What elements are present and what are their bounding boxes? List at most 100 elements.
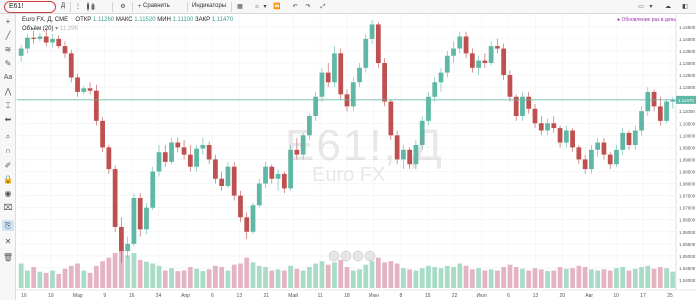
price-tick-label: 1.10500 xyxy=(679,121,696,126)
volume-bar xyxy=(632,268,638,288)
candle-body xyxy=(137,198,143,230)
candlestick xyxy=(350,77,356,112)
candlestick xyxy=(319,67,325,102)
volume-bar xyxy=(375,257,381,288)
candlestick xyxy=(657,96,663,126)
volume-bar xyxy=(37,271,43,288)
candle-body xyxy=(87,88,93,91)
volume-bar xyxy=(657,267,663,288)
volume-bar xyxy=(325,264,331,288)
volume-bar xyxy=(507,264,513,288)
candle-body xyxy=(56,38,62,47)
volume-bar xyxy=(419,268,425,288)
time-tick-label: Июн xyxy=(369,293,379,299)
candlestick xyxy=(137,193,143,237)
candle-body xyxy=(169,142,174,162)
replay-control-icon[interactable] xyxy=(340,250,352,262)
candle-body xyxy=(651,91,657,107)
candle-body xyxy=(93,90,99,121)
candle-body xyxy=(563,130,569,143)
candlestick xyxy=(551,116,557,133)
price-tick-label: 1.04500 xyxy=(679,266,696,271)
legend-title[interactable]: Euro FX, Д, CME xyxy=(22,17,68,23)
replay-control-icon[interactable] xyxy=(352,250,364,262)
replay-control-icon[interactable] xyxy=(364,250,376,262)
candlestick xyxy=(570,128,575,153)
candle-body xyxy=(369,24,375,39)
replay-control-icon[interactable] xyxy=(328,250,340,262)
candle-body xyxy=(131,198,137,244)
volume-bar xyxy=(639,267,644,288)
candle-body xyxy=(664,101,669,121)
volume-label[interactable]: Объём (20) xyxy=(22,26,53,32)
candle-body xyxy=(244,217,250,232)
volume-bar xyxy=(670,271,676,288)
candle-body xyxy=(18,48,24,56)
candlestick xyxy=(438,67,444,92)
volume-bar xyxy=(595,270,601,288)
volume-bar xyxy=(520,268,525,288)
candle-body xyxy=(125,243,131,252)
candle-body xyxy=(256,183,262,206)
candlestick xyxy=(432,77,438,102)
candlestick xyxy=(469,48,475,73)
candlestick xyxy=(313,91,319,121)
candle-body xyxy=(250,205,256,232)
candlestick xyxy=(162,144,168,167)
time-tick-label: 15 xyxy=(425,293,431,299)
volume-bar xyxy=(162,270,168,288)
price-tick-label: 1.07500 xyxy=(679,194,696,199)
candle-body xyxy=(263,166,268,184)
candlestick xyxy=(256,178,262,208)
volume-bar xyxy=(626,270,632,288)
candle-body xyxy=(213,159,218,179)
volume-bar xyxy=(137,260,143,288)
volume-bar xyxy=(488,269,494,288)
price-axis[interactable]: 1.14500 1.14000 1.13500 1.13000 1.12500 1.120… xyxy=(675,14,696,290)
time-axis[interactable]: 16 19 Мар 9 16 24 Апр 6 13 21 Май 11 18 Июн 8 15 22 Июл 6 1… xyxy=(16,289,696,299)
candle-body xyxy=(31,37,37,39)
candlestick xyxy=(62,41,68,59)
volume-menu-icon[interactable]: ▾ xyxy=(55,26,58,32)
price-tick-label: 1.10000 xyxy=(679,133,696,138)
volume-bar xyxy=(275,269,281,288)
candle-body xyxy=(119,226,124,252)
volume-bar xyxy=(532,268,538,288)
candlestick xyxy=(75,73,80,97)
low-label: МИН xyxy=(157,17,171,23)
candlestick xyxy=(275,169,281,191)
volume-bar xyxy=(68,265,74,288)
high-value: 1.11520 xyxy=(134,17,156,23)
candle-body xyxy=(357,67,362,83)
candle-body xyxy=(68,53,74,78)
candle-body xyxy=(482,60,488,63)
candlestick xyxy=(582,154,588,174)
candlestick xyxy=(281,171,287,194)
volume-bar xyxy=(526,270,532,288)
candle-body xyxy=(582,159,588,170)
volume-bar xyxy=(357,269,362,288)
candle-body xyxy=(25,37,30,49)
volume-bar xyxy=(501,267,507,288)
volume-bar xyxy=(43,272,49,288)
candlestick xyxy=(526,91,532,114)
candlestick xyxy=(68,49,74,83)
candle-body xyxy=(269,166,275,179)
candle-body xyxy=(545,123,550,131)
candlestick xyxy=(545,118,550,136)
candlestick xyxy=(664,99,669,124)
candlestick xyxy=(187,144,193,172)
volume-bar xyxy=(545,271,550,288)
time-tick-label: Авг xyxy=(585,293,593,299)
candle-body xyxy=(150,171,156,208)
candlestick xyxy=(589,144,594,174)
candle-body xyxy=(595,142,601,150)
volume-bar xyxy=(194,268,199,288)
candle-body xyxy=(231,166,237,196)
candlestick xyxy=(451,41,456,63)
volume-bar xyxy=(407,269,413,288)
volume-bar xyxy=(538,269,544,288)
candlestick xyxy=(231,161,237,201)
price-tick-label: 1.11000 xyxy=(679,109,695,114)
candlestick xyxy=(131,193,137,247)
